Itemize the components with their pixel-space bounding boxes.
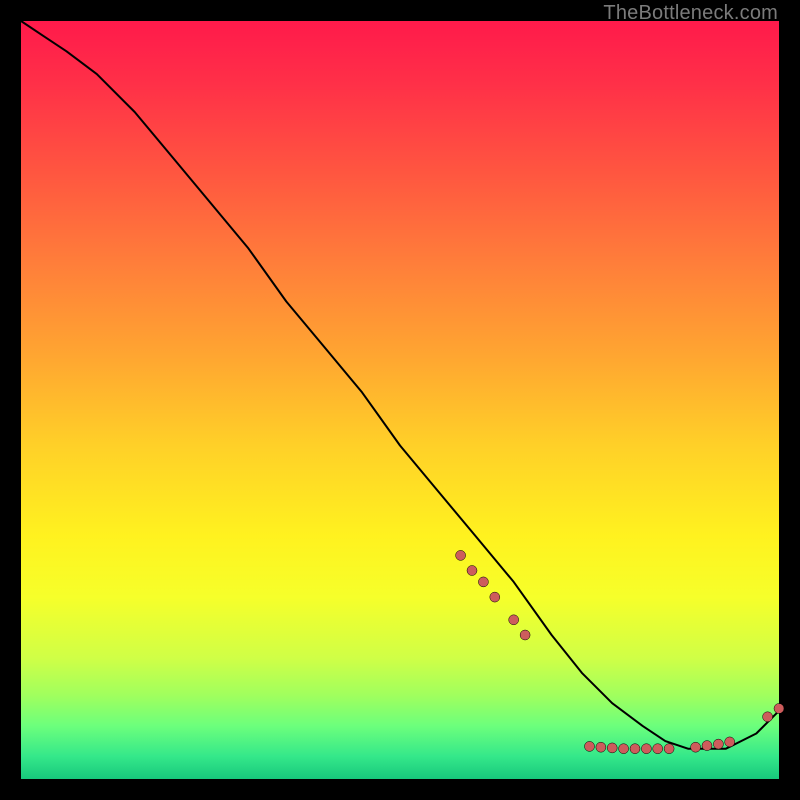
data-point [607,743,617,753]
chart-svg [0,0,800,800]
data-point [478,577,488,587]
data-point [490,592,500,602]
data-point [725,737,735,747]
data-point [691,742,701,752]
data-point [596,742,606,752]
data-point [509,615,519,625]
data-point [619,744,629,754]
data-point [456,550,466,560]
bottleneck-curve [21,21,779,749]
data-point [763,712,773,722]
data-point [585,741,595,751]
data-point [713,739,723,749]
data-points-group [456,550,784,753]
data-point [630,744,640,754]
data-point [774,704,784,714]
data-point [653,744,663,754]
data-point [641,744,651,754]
curve-group [21,21,779,749]
data-point [520,630,530,640]
chart-frame: TheBottleneck.com [0,0,800,800]
data-point [664,744,674,754]
data-point [467,566,477,576]
data-point [702,741,712,751]
